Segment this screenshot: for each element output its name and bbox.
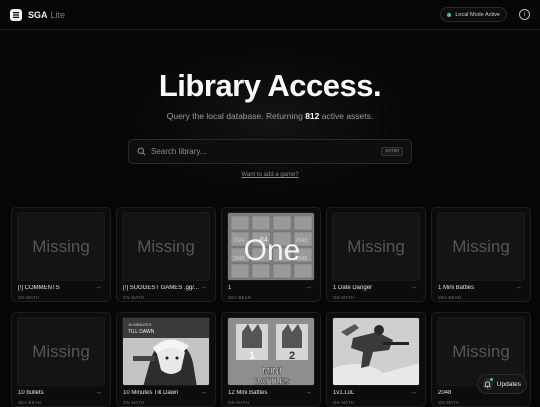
updates-button[interactable]: Updates [477,374,527,394]
player-two-number: 2 [289,350,295,362]
status-label: Local Mode Active [455,11,500,18]
game-card[interactable]: 10 MINUTES TILL DAWN 10 Minutes Till Daw… [116,312,216,407]
bell-icon [483,378,493,390]
thumbnail-missing: Missing [17,317,105,386]
arrow-right-icon: → [95,389,102,396]
battles-logo-mini: MINI [263,366,282,376]
one-logo-text: One [244,234,301,267]
top-bar: SGA Lite Local Mode Active i [0,0,540,30]
search-icon [137,147,146,156]
thumbnail-dawn: 10 MINUTES TILL DAWN [122,317,210,386]
game-card[interactable]: Missing [!] SUGGEST GAMES .gg/... → GN M… [116,207,216,302]
thumbnail-lol [332,317,420,386]
info-icon[interactable]: i [519,9,530,20]
page-subtitle: Query the local database. Returning 812 … [0,111,540,121]
thumbnail-one: 1024 64 2048 2048 2048 One [227,212,315,281]
arrow-right-icon: → [200,389,207,396]
asset-count: 812 [305,111,320,121]
game-author: GN MATH [228,400,250,405]
thumbnail-missing: Missing [437,212,525,281]
battles-logo-battles: BATTLES [254,377,291,386]
game-author: GN MATH [18,295,40,300]
game-card[interactable]: 1v1.LoL → GN MATH [326,312,426,407]
arrow-right-icon: → [305,284,312,291]
arrow-right-icon: → [410,284,417,291]
game-card[interactable]: 1 2 MINI BATTLES 12 Mini Battles → GN MA… [221,312,321,407]
tile-number: 1024 [233,238,244,244]
game-title: 1 Mini Battles [438,285,475,291]
arrow-right-icon: → [410,389,417,396]
thumbnail-missing: Missing [17,212,105,281]
game-title: [!] SUGGEST GAMES .gg/... [123,285,199,291]
thumbnail-missing: Missing [122,212,210,281]
thumbnail-battles: 1 2 MINI BATTLES [227,317,315,386]
brand-sub: Lite [50,9,66,20]
search-bar[interactable]: ENTER [128,139,412,164]
game-card[interactable]: Missing 1 Mini Battles → SEA BEAN [431,207,531,302]
thumbnail-missing: Missing [332,212,420,281]
subtitle-suffix: active assets. [321,111,374,121]
arrow-right-icon: → [305,389,312,396]
game-author: SEA BEAN [18,400,42,405]
arrow-right-icon: → [95,284,102,291]
add-game-link[interactable]: Want to add a game? [241,172,298,178]
player-one-number: 1 [249,350,255,362]
game-author: GN MATH [333,400,355,405]
game-author: GN MATH [123,295,145,300]
game-author: GN MATH [438,400,460,405]
app-logo-icon[interactable] [10,8,22,21]
dawn-logo-top: 10 MINUTES [128,322,152,327]
notification-dot [489,378,493,381]
game-card[interactable]: 1024 64 2048 2048 2048 One 1 → SEA BEAN [221,207,321,302]
game-title: [!] COMMENTS [18,285,60,291]
add-game-link-wrap: Want to add a game? [0,172,540,178]
dawn-logo-text: TILL DAWN [128,329,155,335]
subtitle-prefix: Query the local database. Returning [166,111,303,121]
game-card[interactable]: Missing 1 Date Danger → GN MATH [326,207,426,302]
game-title: 10 Minutes Till Dawn [123,390,179,396]
status-badge: Local Mode Active [440,7,507,22]
updates-label: Updates [496,380,521,388]
game-author: SEA BEAN [228,295,252,300]
page-title: Library Access. [158,68,382,103]
game-card[interactable]: Missing [!] COMMENTS → GN MATH [11,207,111,302]
game-author: SEA BEAN [438,295,462,300]
game-author: GN MATH [333,295,355,300]
enter-shortcut-hint: ENTER [381,147,403,156]
game-title: 1 [228,285,232,291]
game-author: GN MATH [123,400,145,405]
game-title: 1v1.LoL [333,390,355,396]
game-title: 10 bullets [18,390,44,396]
status-dot-icon [447,12,452,17]
search-input[interactable] [151,147,382,156]
tile-number: 2048 [233,256,244,262]
game-title: 12 Mini Battles [228,390,268,396]
arrow-right-icon: → [515,284,522,291]
brand-name[interactable]: SGA [28,10,48,20]
arrow-right-icon: → [200,284,207,291]
game-card[interactable]: Missing 10 bullets → SEA BEAN [11,312,111,407]
game-title: 1 Date Danger [333,285,373,291]
